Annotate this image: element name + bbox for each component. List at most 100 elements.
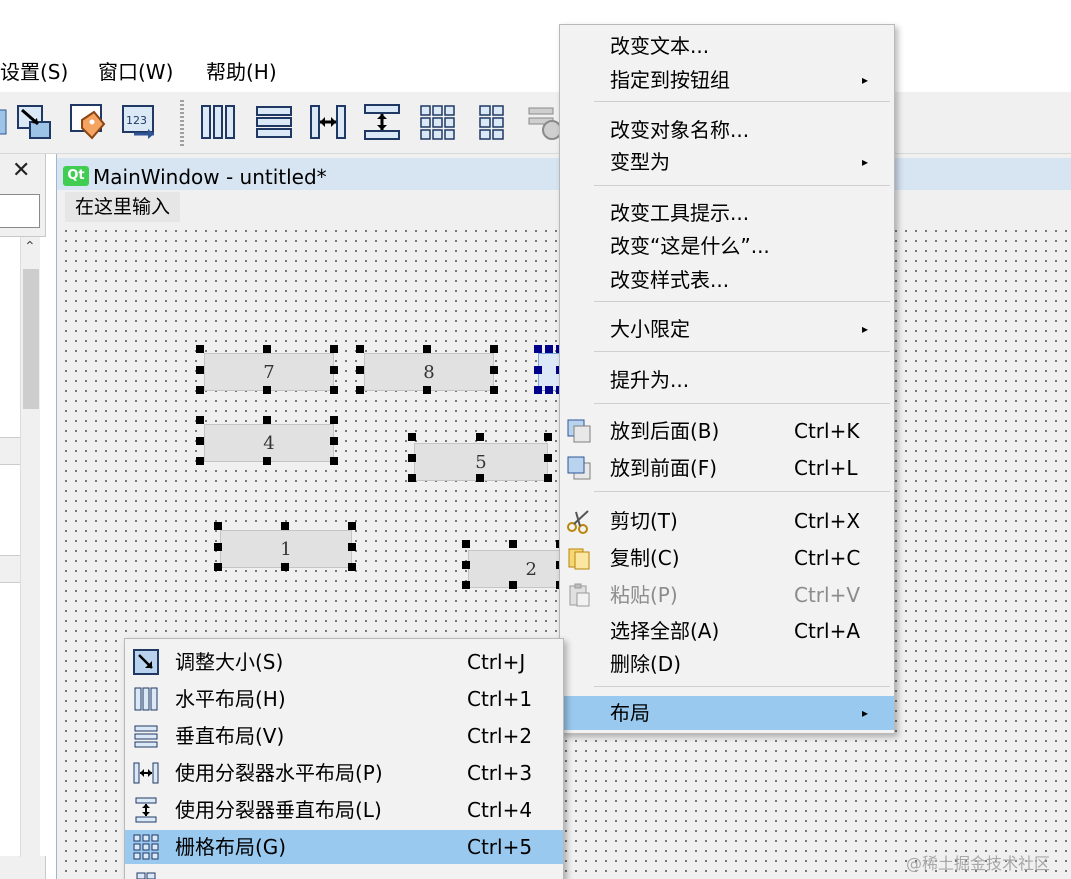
menu-item-delete[interactable]: 删除(D) — [560, 647, 894, 681]
resize-handle[interactable] — [196, 366, 204, 374]
resize-handle[interactable] — [263, 345, 271, 353]
menu-item-change-object-name[interactable]: 改变对象名称... — [560, 113, 894, 147]
resize-handle[interactable] — [509, 540, 517, 548]
resize-handle[interactable] — [348, 543, 356, 551]
close-icon[interactable]: ✕ — [12, 160, 30, 182]
partial-tool-icon[interactable] — [0, 102, 8, 142]
menu-item-cut[interactable]: 剪切(T) Ctrl+X — [560, 504, 894, 538]
layout-grid-icon[interactable] — [418, 102, 458, 142]
submenu-item-horizontal-layout[interactable]: 水平布局(H) Ctrl+1 — [125, 682, 563, 716]
submenu-item-grid-layout[interactable]: 栅格布局(G) Ctrl+5 — [125, 830, 563, 864]
resize-handle[interactable] — [408, 433, 416, 441]
splitter-horizontal-icon[interactable] — [308, 102, 348, 142]
resize-handle[interactable] — [544, 454, 552, 462]
menu-settings[interactable]: 设置(S) — [0, 60, 68, 84]
resize-handle[interactable] — [476, 433, 484, 441]
submenu-item-splitter-horizontal[interactable]: 使用分裂器水平布局(P) Ctrl+3 — [125, 756, 563, 790]
resize-handle[interactable] — [196, 386, 204, 394]
resize-handle[interactable] — [408, 474, 416, 482]
submenu-item-partial[interactable] — [125, 867, 563, 879]
resize-handle[interactable] — [356, 345, 364, 353]
menu-item-size-constraints[interactable]: 大小限定 ▸ — [560, 312, 894, 346]
layout-horizontal-icon[interactable] — [198, 102, 238, 142]
menu-item-change-whats-this[interactable]: 改变“这是什么”... — [560, 229, 894, 263]
resize-handle[interactable] — [196, 345, 204, 353]
resize-handle[interactable] — [330, 366, 338, 374]
resize-handle[interactable] — [462, 540, 470, 548]
scrollbar-thumb[interactable] — [23, 269, 39, 409]
resize-handle[interactable] — [490, 366, 498, 374]
menu-item-layout[interactable]: 布局 ▸ — [560, 696, 894, 730]
filter-input[interactable] — [0, 194, 40, 228]
adjust-size-icon — [133, 649, 159, 675]
resize-handle[interactable] — [423, 386, 431, 394]
resize-handle[interactable] — [196, 457, 204, 465]
resize-handle[interactable] — [534, 366, 542, 374]
resize-handle[interactable] — [509, 581, 517, 589]
vertical-scrollbar[interactable]: ⌃ — [20, 237, 40, 857]
resize-handle[interactable] — [534, 345, 542, 353]
resize-handle[interactable] — [281, 522, 289, 530]
resize-handle[interactable] — [214, 522, 222, 530]
category-header[interactable] — [0, 555, 20, 583]
resize-handle[interactable] — [263, 416, 271, 424]
menu-item-bring-to-front[interactable]: 放到前面(F) Ctrl+L — [560, 451, 894, 485]
resize-handle[interactable] — [330, 437, 338, 445]
resize-handle[interactable] — [356, 366, 364, 374]
resize-handle[interactable] — [423, 345, 431, 353]
edit-tab-order-icon[interactable]: 123 — [120, 102, 160, 142]
resize-handle[interactable] — [330, 345, 338, 353]
resize-handle[interactable] — [281, 563, 289, 571]
resize-handle[interactable] — [490, 345, 498, 353]
category-header[interactable] — [0, 437, 20, 465]
resize-handle[interactable] — [348, 522, 356, 530]
menu-item-morph-into[interactable]: 变型为 ▸ — [560, 145, 894, 179]
submenu-item-adjust-size[interactable]: 调整大小(S) Ctrl+J — [125, 645, 563, 679]
qt-logo-icon: Qt — [63, 166, 89, 186]
resize-handle[interactable] — [490, 386, 498, 394]
menu-item-send-to-back[interactable]: 放到后面(B) Ctrl+K — [560, 414, 894, 448]
submenu-item-vertical-layout[interactable]: 垂直布局(V) Ctrl+2 — [125, 719, 563, 753]
menu-item-change-tooltip[interactable]: 改变工具提示... — [560, 196, 894, 230]
resize-handle[interactable] — [214, 543, 222, 551]
menu-item-change-text[interactable]: 改变文本... — [560, 29, 894, 63]
resize-handle[interactable] — [348, 563, 356, 571]
menu-item-change-stylesheet[interactable]: 改变样式表... — [560, 263, 894, 297]
resize-handle[interactable] — [263, 386, 271, 394]
layout-form-icon — [136, 872, 156, 879]
menu-placeholder[interactable]: 在这里输入 — [65, 192, 181, 222]
resize-handle[interactable] — [356, 386, 364, 394]
edit-buddies-icon[interactable] — [14, 102, 54, 142]
scroll-up-icon[interactable]: ⌃ — [24, 239, 36, 255]
resize-handle[interactable] — [196, 437, 204, 445]
menu-separator — [594, 351, 890, 352]
menu-item-copy[interactable]: 复制(C) Ctrl+C — [560, 541, 894, 575]
resize-handle[interactable] — [330, 416, 338, 424]
edit-signals-icon[interactable] — [68, 102, 108, 142]
menu-window[interactable]: 窗口(W) — [98, 60, 173, 84]
resize-handle[interactable] — [462, 561, 470, 569]
menu-item-paste[interactable]: 粘贴(P) Ctrl+V — [560, 578, 894, 612]
resize-handle[interactable] — [544, 433, 552, 441]
resize-handle[interactable] — [214, 563, 222, 571]
layout-form-icon[interactable] — [472, 102, 512, 142]
menu-item-assign-button-group[interactable]: 指定到按钮组 ▸ — [560, 63, 894, 97]
layout-vertical-icon[interactable] — [254, 102, 294, 142]
menu-item-select-all[interactable]: 选择全部(A) Ctrl+A — [560, 614, 894, 648]
submenu-item-splitter-vertical[interactable]: 使用分裂器垂直布局(L) Ctrl+4 — [125, 793, 563, 827]
resize-handle[interactable] — [545, 386, 553, 394]
resize-handle[interactable] — [330, 386, 338, 394]
splitter-vertical-icon[interactable] — [362, 102, 402, 142]
menu-help[interactable]: 帮助(H) — [206, 60, 277, 84]
resize-handle[interactable] — [476, 474, 484, 482]
resize-handle[interactable] — [462, 581, 470, 589]
resize-handle[interactable] — [196, 416, 204, 424]
resize-handle[interactable] — [544, 474, 552, 482]
paste-icon — [569, 583, 590, 607]
resize-handle[interactable] — [534, 386, 542, 394]
resize-handle[interactable] — [330, 457, 338, 465]
menu-item-promote-to[interactable]: 提升为... — [560, 363, 894, 397]
resize-handle[interactable] — [263, 457, 271, 465]
resize-handle[interactable] — [545, 345, 553, 353]
resize-handle[interactable] — [408, 454, 416, 462]
